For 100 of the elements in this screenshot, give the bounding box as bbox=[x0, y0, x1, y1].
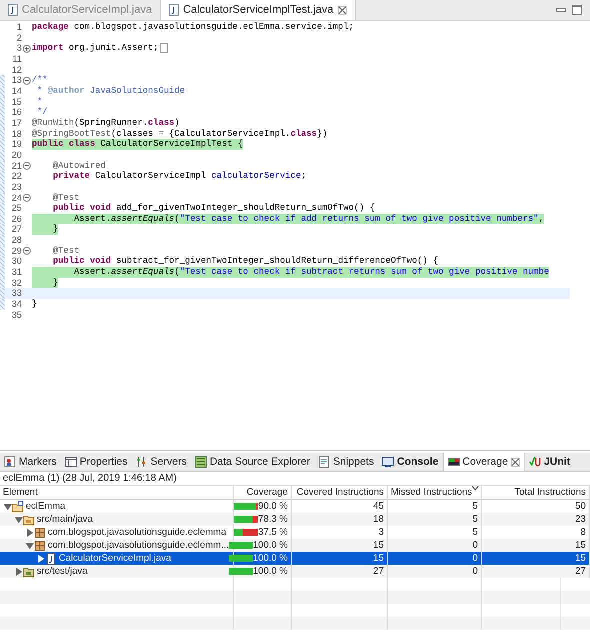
code-line: @SpringBootTest(classes = {CalculatorServiceImpl.class}) bbox=[32, 128, 328, 140]
expand-arrow-icon[interactable] bbox=[37, 554, 45, 562]
session-label: eclEmma (1) (28 Jul, 2019 1:46:18 AM) bbox=[0, 472, 590, 486]
table-cell: 15 bbox=[292, 539, 388, 552]
column-header[interactable]: Coverage bbox=[234, 486, 292, 500]
view-tab[interactable]: Servers bbox=[132, 453, 191, 471]
line-number: 28 bbox=[10, 235, 22, 246]
line-number: 35 bbox=[10, 310, 22, 320]
table-cell: 15 bbox=[482, 539, 590, 552]
line-number: 22 bbox=[10, 171, 22, 182]
line-number: 23 bbox=[10, 182, 22, 192]
minimize-icon[interactable] bbox=[556, 8, 566, 12]
column-header[interactable]: Missed Instructions bbox=[388, 486, 482, 500]
line-number: 3 bbox=[16, 43, 22, 54]
view-tab[interactable]: Properties bbox=[60, 453, 132, 471]
line-number: 17 bbox=[10, 118, 22, 129]
element-name: com.blogspot.javasolutionsguide.eclemm... bbox=[48, 539, 230, 552]
tree-row[interactable]: src/main/java bbox=[0, 513, 234, 526]
coverage-bar bbox=[234, 516, 258, 523]
column-header[interactable]: Total Instructions bbox=[482, 486, 590, 500]
editor-tab[interactable]: CalculatorServiceImplTest.java bbox=[160, 0, 356, 20]
line-number: 12 bbox=[10, 64, 22, 76]
table-cell: 100.0 % bbox=[253, 552, 288, 565]
view-tab[interactable]: Snippets bbox=[314, 453, 378, 471]
tree-row[interactable]: CalculatorServiceImpl.java bbox=[0, 552, 234, 565]
table-cell: 27 bbox=[482, 565, 590, 578]
line-number: 26 bbox=[10, 214, 22, 224]
line-number: 27 bbox=[10, 224, 22, 236]
collapse-icon[interactable] bbox=[23, 247, 31, 256]
table-cell: 27 bbox=[292, 565, 388, 578]
view-tab[interactable]: Markers bbox=[0, 453, 61, 471]
source-folder-icon bbox=[23, 566, 35, 578]
element-name: com.blogspot.javasolutionsguide.eclemma bbox=[48, 526, 226, 539]
coverage-bar bbox=[234, 529, 258, 536]
tree-row[interactable]: com.blogspot.javasolutionsguide.eclemm... bbox=[0, 539, 234, 552]
table-cell: 37.5 % bbox=[258, 526, 288, 539]
code-line: * @author JavaSolutionsGuide bbox=[36, 86, 186, 97]
code-line: public void subtract_for_givenTwoInteger_shouldReturn_differenceOfTwo() { bbox=[52, 256, 439, 268]
line-number: 19 bbox=[10, 139, 22, 150]
document-icon bbox=[318, 456, 330, 468]
monitor-icon bbox=[382, 456, 394, 468]
package-icon bbox=[34, 540, 46, 552]
close-icon[interactable] bbox=[511, 458, 520, 466]
code-line: private CalculatorServiceImpl calculatorService; bbox=[52, 171, 307, 182]
maximize-icon[interactable] bbox=[572, 5, 582, 15]
table-cell: 23 bbox=[482, 513, 590, 526]
table-cell: 18 bbox=[292, 513, 388, 526]
line-number: 20 bbox=[10, 150, 22, 161]
view-tab[interactable]: Coverage bbox=[442, 453, 526, 471]
code-line: @RunWith(SpringRunner.class) bbox=[32, 118, 180, 129]
java-file-icon bbox=[8, 4, 18, 16]
expand-arrow-icon[interactable] bbox=[26, 528, 34, 536]
package-icon bbox=[34, 526, 46, 538]
table-cell: 100.0 % bbox=[253, 565, 288, 578]
view-tab[interactable]: Console bbox=[378, 453, 443, 471]
view-tab[interactable]: Data Source Explorer bbox=[190, 453, 314, 471]
code-line: } bbox=[32, 299, 38, 310]
code-line: * bbox=[36, 96, 43, 108]
code-line: package com.blogspot.javasolutionsguide.eclEmma.service.impl; bbox=[32, 22, 354, 33]
check-u-icon bbox=[529, 456, 542, 468]
coverage-bars-icon bbox=[448, 456, 460, 468]
table-cell: 0 bbox=[388, 552, 482, 565]
collapse-icon[interactable] bbox=[23, 76, 31, 85]
expand-arrow-icon[interactable] bbox=[15, 516, 23, 524]
coverage-bar bbox=[229, 555, 254, 562]
table-icon bbox=[64, 456, 77, 468]
table-cell: 5 bbox=[388, 513, 482, 526]
grid-icon bbox=[194, 456, 207, 468]
table-cell: 15 bbox=[482, 552, 590, 565]
expand-arrow-icon[interactable] bbox=[15, 568, 23, 576]
expand-arrow-icon[interactable] bbox=[4, 502, 12, 510]
close-icon[interactable] bbox=[338, 6, 347, 14]
table-cell: 0 bbox=[388, 565, 482, 578]
element-name: src/test/java bbox=[37, 565, 88, 578]
folded-code-box bbox=[160, 43, 168, 54]
collapse-icon[interactable] bbox=[23, 194, 31, 202]
tree-row[interactable]: src/test/java bbox=[0, 565, 234, 578]
collapse-icon[interactable] bbox=[23, 162, 31, 170]
expand-icon[interactable] bbox=[23, 44, 31, 53]
java-file-icon bbox=[169, 4, 180, 16]
code-line: /** bbox=[32, 75, 48, 86]
line-number: 14 bbox=[10, 86, 22, 97]
line-number: 15 bbox=[10, 96, 22, 108]
line-number: 25 bbox=[10, 203, 22, 214]
code-line: @Autowired bbox=[52, 160, 106, 172]
code-line: public void add_for_givenTwoInteger_shouldReturn_sumOfTwo() { bbox=[52, 203, 376, 214]
column-header[interactable]: Covered Instructions bbox=[292, 486, 388, 500]
view-tab[interactable]: JUnit bbox=[525, 453, 574, 471]
line-number: 21 bbox=[10, 160, 22, 172]
marker-list-icon bbox=[4, 456, 16, 468]
table-cell: 0 bbox=[388, 539, 482, 552]
line-number: 13 bbox=[10, 75, 22, 86]
column-header[interactable]: Element bbox=[0, 486, 234, 500]
code-line: @Test bbox=[52, 246, 80, 256]
line-number: 2 bbox=[16, 32, 22, 44]
line-number: 33 bbox=[10, 288, 22, 300]
expand-arrow-icon[interactable] bbox=[26, 542, 34, 550]
table-cell: 15 bbox=[292, 552, 388, 565]
table-cell: 100.0 % bbox=[253, 539, 288, 552]
element-name: eclEmma bbox=[26, 500, 66, 513]
